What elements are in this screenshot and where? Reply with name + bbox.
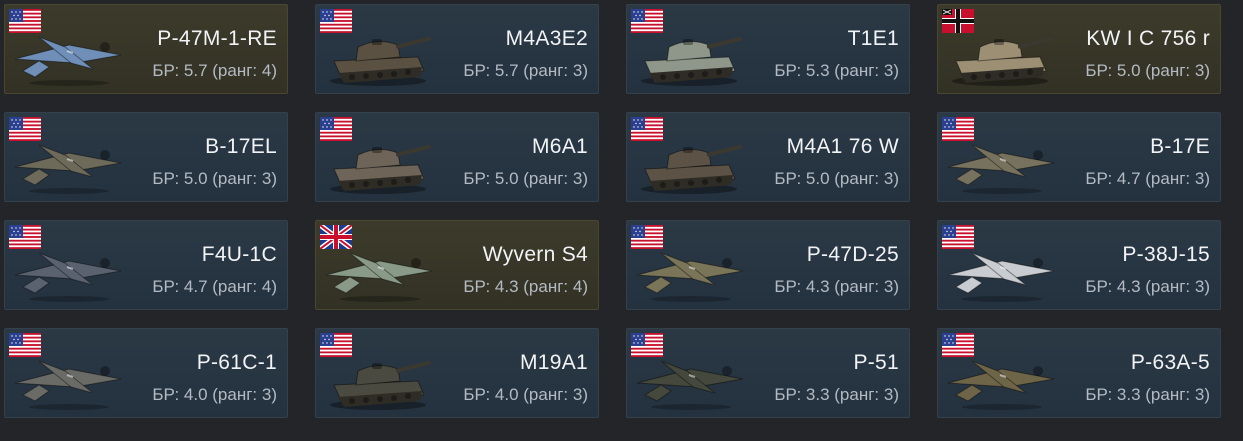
vehicle-name: P-47D-25 [806, 243, 899, 266]
vehicle-name: P-51 [853, 351, 899, 374]
battle-rating-text: БР: 4.7 (ранг: 3) [1085, 169, 1210, 188]
battle-rating-text: БР: 4.0 (ранг: 3) [463, 385, 588, 404]
vehicle-card[interactable]: P-51 БР: 3.3 (ранг: 3) [626, 328, 910, 418]
vehicle-card[interactable]: P-47D-25 БР: 4.3 (ранг: 3) [626, 220, 910, 310]
usa-flag-icon [631, 9, 663, 33]
vehicle-name: P-47M-1-RE [157, 27, 277, 50]
battle-rating-text: БР: 4.0 (ранг: 3) [152, 385, 277, 404]
vehicle-name: B-17E [1150, 135, 1210, 158]
vehicle-name: P-38J-15 [1122, 243, 1210, 266]
vehicle-name: P-63A-5 [1130, 351, 1210, 374]
usa-flag-icon [631, 333, 663, 357]
usa-flag-icon [320, 333, 352, 357]
battle-rating-text: БР: 5.3 (ранг: 3) [774, 61, 899, 80]
usa-flag-icon [942, 225, 974, 249]
vehicle-card[interactable]: M6A1 БР: 5.0 (ранг: 3) [315, 112, 599, 202]
battle-rating-text: БР: 5.0 (ранг: 3) [152, 169, 277, 188]
battle-rating-text: БР: 5.0 (ранг: 3) [1085, 61, 1210, 80]
vehicle-card[interactable]: M19A1 БР: 4.0 (ранг: 3) [315, 328, 599, 418]
battle-rating-text: БР: 4.3 (ранг: 3) [1085, 277, 1210, 296]
usa-flag-icon [942, 117, 974, 141]
battle-rating-text: БР: 5.0 (ранг: 3) [463, 169, 588, 188]
usa-flag-icon [320, 117, 352, 141]
battle-rating-text: БР: 4.3 (ранг: 3) [774, 277, 899, 296]
vehicle-grid: P-47M-1-RE БР: 5.7 (ранг: 4) M4A3E2 БР: 5.… [0, 0, 1243, 441]
vehicle-card[interactable]: T1E1 БР: 5.3 (ранг: 3) [626, 4, 910, 94]
vehicle-card[interactable]: M4A3E2 БР: 5.7 (ранг: 3) [315, 4, 599, 94]
usa-flag-icon [631, 117, 663, 141]
vehicle-card[interactable]: P-63A-5 БР: 3.3 (ранг: 3) [937, 328, 1221, 418]
vehicle-name: M4A1 76 W [786, 135, 899, 158]
vehicle-card[interactable]: KW I C 756 r БР: 5.0 (ранг: 3) [937, 4, 1221, 94]
battle-rating-text: БР: 3.3 (ранг: 3) [774, 385, 899, 404]
battle-rating-text: БР: 4.3 (ранг: 4) [463, 277, 588, 296]
vehicle-card[interactable]: P-47M-1-RE БР: 5.7 (ранг: 4) [4, 4, 288, 94]
usa-flag-icon [320, 9, 352, 33]
vehicle-name: T1E1 [847, 27, 899, 50]
vehicle-name: KW I C 756 r [1086, 27, 1210, 50]
battle-rating-text: БР: 4.7 (ранг: 4) [152, 277, 277, 296]
vehicle-name: M19A1 [519, 351, 588, 374]
vehicle-card[interactable]: F4U-1C БР: 4.7 (ранг: 4) [4, 220, 288, 310]
germany-flag-icon [942, 9, 974, 33]
vehicle-card[interactable]: B-17E БР: 4.7 (ранг: 3) [937, 112, 1221, 202]
vehicle-card[interactable]: B-17EL БР: 5.0 (ранг: 3) [4, 112, 288, 202]
battle-rating-text: БР: 5.7 (ранг: 3) [463, 61, 588, 80]
usa-flag-icon [9, 333, 41, 357]
vehicle-name: P-61C-1 [196, 351, 277, 374]
usa-flag-icon [9, 117, 41, 141]
usa-flag-icon [9, 225, 41, 249]
vehicle-name: Wyvern S4 [482, 243, 588, 266]
vehicle-card[interactable]: Wyvern S4 БР: 4.3 (ранг: 4) [315, 220, 599, 310]
vehicle-name: M4A3E2 [505, 27, 588, 50]
vehicle-name: B-17EL [205, 135, 277, 158]
battle-rating-text: БР: 5.0 (ранг: 3) [774, 169, 899, 188]
battle-rating-text: БР: 3.3 (ранг: 3) [1085, 385, 1210, 404]
vehicle-name: F4U-1C [201, 243, 277, 266]
battle-rating-text: БР: 5.7 (ранг: 4) [152, 61, 277, 80]
vehicle-card[interactable]: P-38J-15 БР: 4.3 (ранг: 3) [937, 220, 1221, 310]
vehicle-card[interactable]: M4A1 76 W БР: 5.0 (ранг: 3) [626, 112, 910, 202]
vehicle-card[interactable]: P-61C-1 БР: 4.0 (ранг: 3) [4, 328, 288, 418]
usa-flag-icon [9, 9, 41, 33]
usa-flag-icon [942, 333, 974, 357]
uk-flag-icon [318, 223, 354, 251]
vehicle-name: M6A1 [531, 135, 588, 158]
usa-flag-icon [631, 225, 663, 249]
